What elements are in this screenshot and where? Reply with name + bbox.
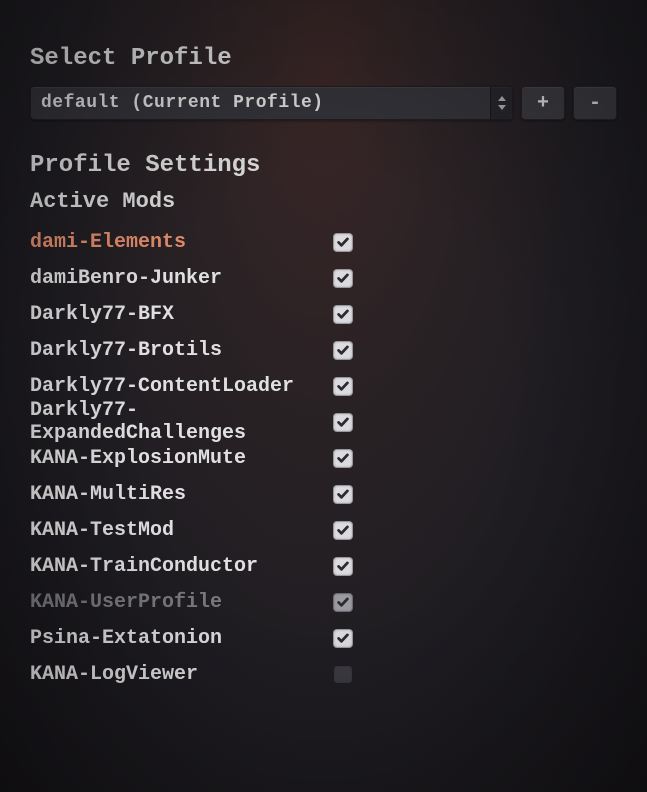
add-profile-button[interactable]: + xyxy=(521,86,565,120)
mod-checkbox[interactable] xyxy=(333,305,353,324)
mod-checkbox[interactable] xyxy=(333,269,353,288)
profile-settings-title: Profile Settings xyxy=(30,152,617,179)
mod-label: KANA-TrainConductor xyxy=(30,555,333,578)
mod-label: Darkly77-Brotils xyxy=(30,339,333,362)
mod-row: dami-Elements xyxy=(30,224,617,260)
mod-row: Darkly77-ExpandedChallenges xyxy=(30,404,617,440)
remove-profile-button[interactable]: - xyxy=(573,86,617,120)
mod-label: Darkly77-ExpandedChallenges xyxy=(30,399,333,445)
mod-row: KANA-TrainConductor xyxy=(30,548,617,584)
profile-selector-row: default (Current Profile) + - xyxy=(30,86,617,120)
mod-checkbox[interactable] xyxy=(333,557,353,576)
mod-row: KANA-ExplosionMute xyxy=(30,440,617,476)
mod-checkbox[interactable] xyxy=(333,413,353,432)
mod-checkbox[interactable] xyxy=(333,629,353,648)
mod-checkbox[interactable] xyxy=(333,377,353,396)
mod-label: damiBenro-Junker xyxy=(30,267,333,290)
mod-checkbox[interactable] xyxy=(333,449,353,468)
mod-label: Psina-Extatonion xyxy=(30,627,333,650)
mod-row: damiBenro-Junker xyxy=(30,260,617,296)
mods-list: dami-Elements damiBenro-Junker Darkly77-BF… xyxy=(30,224,617,692)
mod-label: dami-Elements xyxy=(30,231,333,254)
mod-label: KANA-UserProfile xyxy=(30,591,333,614)
mod-row: Darkly77-BFX xyxy=(30,296,617,332)
mod-row: Darkly77-Brotils xyxy=(30,332,617,368)
mod-checkbox[interactable] xyxy=(333,521,353,540)
select-profile-title: Select Profile xyxy=(30,45,617,72)
select-arrows-icon xyxy=(490,87,512,119)
mod-row: Psina-Extatonion xyxy=(30,620,617,656)
mod-label: KANA-LogViewer xyxy=(30,663,333,686)
mod-row: KANA-MultiRes xyxy=(30,476,617,512)
mod-checkbox[interactable] xyxy=(333,233,353,252)
mod-label: KANA-TestMod xyxy=(30,519,333,542)
profile-select[interactable]: default (Current Profile) xyxy=(30,86,513,120)
mod-checkbox[interactable] xyxy=(333,593,353,612)
profile-select-value: default (Current Profile) xyxy=(41,93,324,113)
active-mods-title: Active Mods xyxy=(30,189,617,214)
mod-row: KANA-TestMod xyxy=(30,512,617,548)
mod-checkbox[interactable] xyxy=(333,341,353,360)
mod-row: KANA-UserProfile xyxy=(30,584,617,620)
mod-label: KANA-MultiRes xyxy=(30,483,333,506)
mod-label: KANA-ExplosionMute xyxy=(30,447,333,470)
mod-row: KANA-LogViewer xyxy=(30,656,617,692)
mod-checkbox[interactable] xyxy=(333,665,353,684)
mod-checkbox[interactable] xyxy=(333,485,353,504)
mod-label: Darkly77-ContentLoader xyxy=(30,375,333,398)
mod-label: Darkly77-BFX xyxy=(30,303,333,326)
